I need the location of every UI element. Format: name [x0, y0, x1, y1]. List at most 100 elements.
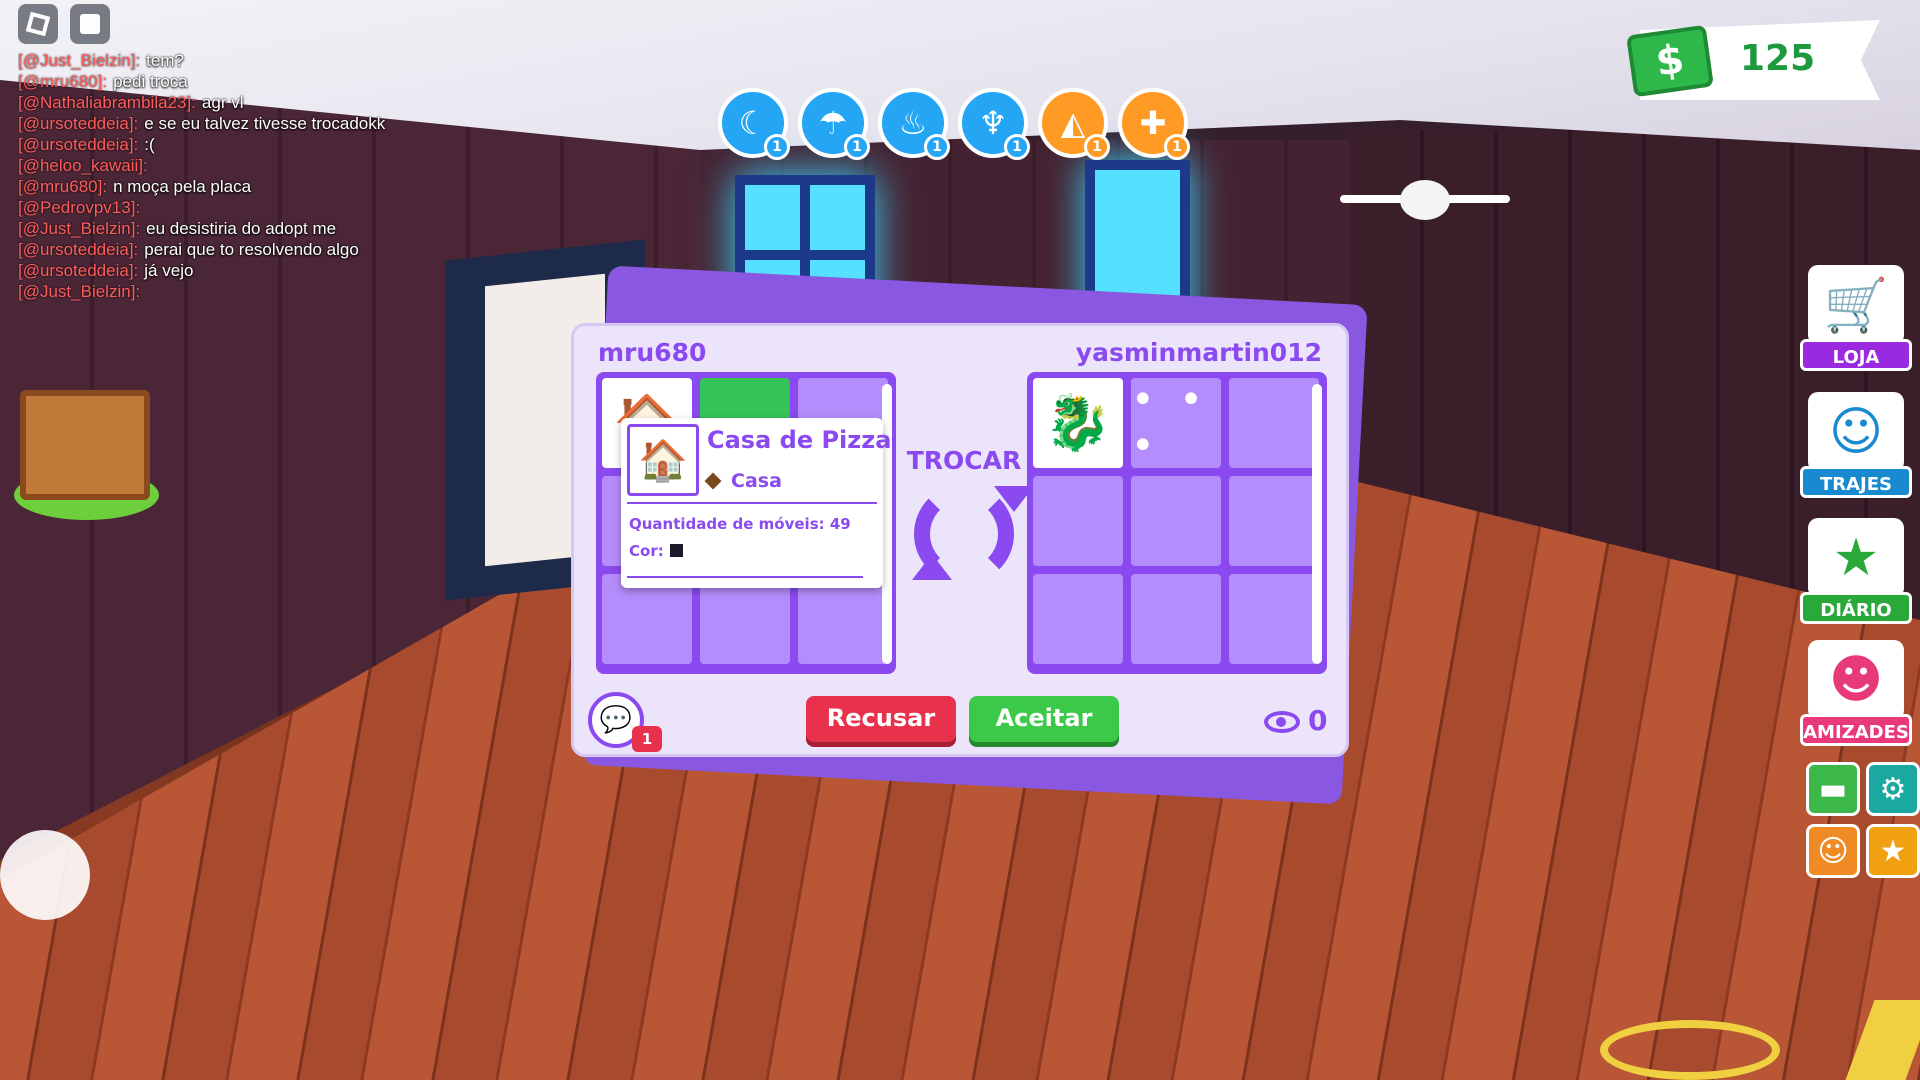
- chat-username: [@ursoteddeia]:: [18, 261, 139, 280]
- journal-label: DIÁRIO: [1800, 592, 1912, 624]
- shop-label: LOJA: [1800, 339, 1912, 371]
- favorites-button[interactable]: ★: [1866, 824, 1920, 878]
- empty-slot: [1229, 378, 1319, 468]
- needs-bar: ☾ 1 ☂ 1 ♨ 1 ♆ 1 ◭ 1 ✚ 1: [718, 88, 1190, 160]
- chat-line: [@ursoteddeia]: perai que to resolvendo a…: [18, 239, 438, 260]
- color-swatch: [669, 544, 683, 557]
- empty-slot: [1131, 574, 1221, 664]
- tooltip-category: Casa: [704, 470, 782, 492]
- chat-username: [@mru680]:: [18, 72, 108, 91]
- chat-message: tem?: [146, 51, 184, 70]
- viewers-count: 0: [1308, 704, 1328, 737]
- item-tooltip: 🏠 Casa de Pizza Casa Quantidade de móvei…: [621, 418, 891, 588]
- sleep-need-button[interactable]: ☾ 1: [718, 88, 790, 160]
- outfits-button[interactable]: ☺ TRAJES: [1800, 392, 1912, 498]
- empty-slot: [1131, 476, 1221, 566]
- chat-log: [@Just_Bielzin]: tem? [@mru680]: pedi troc…: [18, 50, 438, 302]
- roblox-logo-icon: [25, 11, 51, 37]
- chat-username: [@mru680]:: [18, 177, 108, 196]
- chat-username: [@heloo_kawaii]:: [18, 156, 148, 175]
- health-need-button[interactable]: ✚ 1: [1118, 88, 1190, 160]
- chat-line: [@mru680]: n moça pela placa: [18, 176, 438, 197]
- seahorse-icon: 🐉: [1044, 391, 1112, 454]
- tooltip-color-label: Cor:: [629, 542, 664, 560]
- sleep-icon: ☾: [738, 104, 768, 142]
- chat-username: [@Just_Bielzin]:: [18, 219, 141, 238]
- speech-bubble-icon: 💬: [599, 705, 633, 735]
- chat-line: [@Just_Bielzin]: eu desistiria do adopt m…: [18, 218, 438, 239]
- chat-message: perai que to resolvendo algo: [144, 240, 359, 259]
- outfits-label: TRAJES: [1800, 466, 1912, 498]
- chat-username: [@Nathaliabrambila23]:: [18, 93, 196, 112]
- decline-button[interactable]: Recusar: [806, 696, 956, 742]
- friends-button[interactable]: ☻ AMIZADES: [1800, 640, 1912, 746]
- outfit-icon: ☺: [1808, 392, 1904, 472]
- shower-need-button[interactable]: ☂ 1: [798, 88, 870, 160]
- health-icon: ✚: [1139, 104, 1167, 142]
- friends-label: AMIZADES: [1800, 714, 1912, 746]
- eye-icon: [1264, 711, 1300, 733]
- empty-slot: [1033, 574, 1123, 664]
- chat-message: :(: [144, 135, 155, 154]
- chat-message: e se eu talvez tivesse trocadokk: [144, 114, 386, 133]
- pizza-need-button[interactable]: ◭ 1: [1038, 88, 1110, 160]
- cloud-prop: [0, 830, 90, 920]
- money-stack-button[interactable]: ▬: [1806, 762, 1860, 816]
- friends-icon: ☻: [1808, 640, 1904, 720]
- need-count: 1: [1084, 134, 1110, 160]
- tooltip-furniture-count: Quantidade de móveis: 49: [629, 515, 851, 533]
- tooltip-category-label: Casa: [731, 470, 782, 492]
- avatar-editor-button[interactable]: ☺: [1806, 824, 1860, 878]
- chat-message: eu desistiria do adopt me: [146, 219, 337, 238]
- tooltip-title: Casa de Pizza: [707, 426, 892, 454]
- star-icon: ★: [1879, 833, 1907, 869]
- journal-icon: ★: [1808, 518, 1904, 598]
- chat-toggle-button[interactable]: [70, 4, 110, 44]
- divider: [627, 576, 863, 578]
- cash-icon: ▬: [1818, 771, 1848, 807]
- chat-username: [@Just_Bielzin]:: [18, 282, 141, 301]
- journal-button[interactable]: ★ DIÁRIO: [1800, 518, 1912, 624]
- chat-icon: [80, 14, 100, 34]
- their-offer-grid: 🐉 • • •: [1027, 372, 1327, 674]
- empty-slot: [1229, 574, 1319, 664]
- chat-username: [@ursoteddeia]:: [18, 240, 139, 259]
- food-need-button[interactable]: ♆ 1: [958, 88, 1030, 160]
- accept-button[interactable]: Aceitar: [969, 696, 1119, 742]
- more-items-slot[interactable]: • • •: [1131, 377, 1221, 469]
- left-player-name: mru680: [598, 338, 707, 367]
- chat-message: já vejo: [144, 261, 194, 280]
- chat-username: [@ursoteddeia]:: [18, 135, 139, 154]
- viewers-counter: 0: [1264, 704, 1327, 737]
- divider: [627, 502, 877, 504]
- shop-button[interactable]: 🛒 LOJA: [1800, 265, 1912, 371]
- chat-line: [@ursoteddeia]: já vejo: [18, 260, 438, 281]
- need-count: 1: [1164, 134, 1190, 160]
- chat-message: n moça pela placa: [113, 177, 252, 196]
- pet-tail: [1600, 1020, 1780, 1080]
- chat-message: pedi troca: [113, 72, 188, 91]
- settings-button[interactable]: ⚙: [1866, 762, 1920, 816]
- need-count: 1: [1004, 134, 1030, 160]
- empty-slot: [1033, 476, 1123, 566]
- chat-line: [@Nathaliabrambila23]: agr vl: [18, 92, 438, 113]
- need-count: 1: [844, 134, 870, 160]
- diamond-icon: [704, 472, 722, 490]
- pizza-house-icon: 🏠: [627, 424, 699, 496]
- food-icon: ♆: [978, 104, 1008, 142]
- drink-icon: ♨: [898, 104, 928, 142]
- chat-line: [@heloo_kawaii]:: [18, 155, 438, 176]
- chat-line: [@Just_Bielzin]: tem?: [18, 50, 438, 71]
- money-amount: 125: [1740, 38, 1816, 79]
- roblox-menu-button[interactable]: [18, 4, 58, 44]
- chat-line: [@Just_Bielzin]:: [18, 281, 438, 302]
- chat-line: [@ursoteddeia]: :(: [18, 134, 438, 155]
- chat-message: agr vl: [201, 93, 244, 112]
- their-offer-scrollbar[interactable]: [1312, 384, 1322, 664]
- gear-icon: ⚙: [1879, 771, 1907, 807]
- drink-need-button[interactable]: ♨ 1: [878, 88, 950, 160]
- offer-slot-seahorse[interactable]: 🐉: [1033, 378, 1123, 468]
- notice-board[interactable]: [20, 390, 150, 500]
- right-player-name: yasminmartin012: [1075, 338, 1322, 367]
- ceiling-fan-hub: [1400, 180, 1450, 220]
